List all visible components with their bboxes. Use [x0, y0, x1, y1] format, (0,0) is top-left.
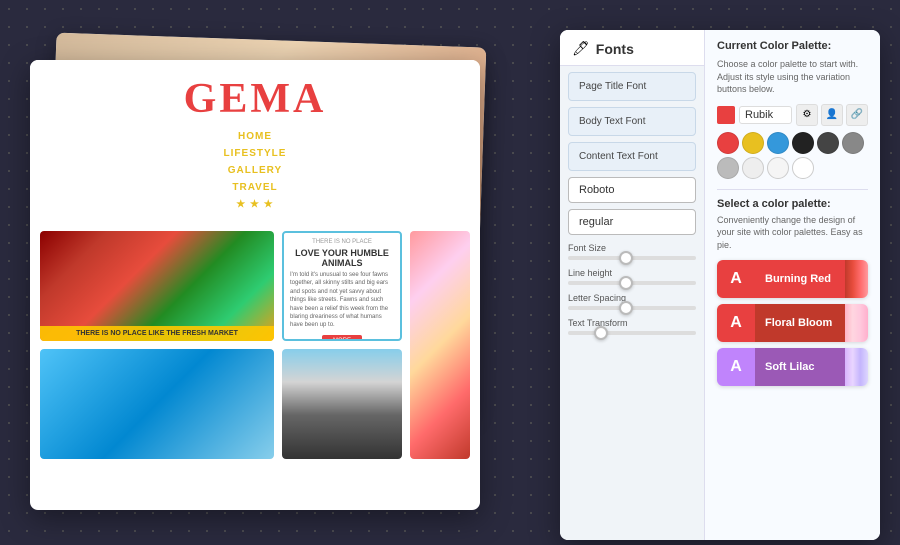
fonts-panel: 🖊 Fonts Page Title Font Body Text Font C… [560, 30, 705, 540]
font-size-thumb[interactable] [619, 251, 633, 265]
website-content: THERE IS NO PLACE LIKE THE FRESH MARKET … [30, 231, 480, 469]
palette-floral-label: A [717, 304, 755, 342]
palette-link-icon[interactable]: 🔗 [846, 104, 868, 126]
swatch-black[interactable] [792, 132, 814, 154]
content-text-font-option[interactable]: Content Text Font [568, 142, 696, 171]
font-size-label: Font Size [568, 243, 696, 253]
font-size-track[interactable] [568, 256, 696, 260]
content-middle: THERE IS NO PLACE LOVE YOUR HUMBLE ANIMA… [282, 231, 402, 459]
swatch-white-1[interactable] [767, 157, 789, 179]
palette-burning-img [845, 260, 868, 298]
article-subtitle: THERE IS NO PLACE [290, 239, 394, 245]
swatch-off-white[interactable] [742, 157, 764, 179]
swatch-red[interactable] [717, 132, 739, 154]
person-image [40, 349, 274, 459]
article-text: I'm told it's unusual to see four fawns … [290, 271, 394, 330]
settings-panel: 🖊 Fonts Page Title Font Body Text Font C… [560, 30, 880, 540]
website-header: GEMA HOMELIFESTYLEGALLERYTRAVEL★ ★ ★ [30, 60, 480, 231]
website-preview: GEMA HOMELIFESTYLEGALLERYTRAVEL★ ★ ★ THE… [30, 60, 480, 510]
line-height-thumb[interactable] [619, 276, 633, 290]
article-box: THERE IS NO PLACE LOVE YOUR HUMBLE ANIMA… [282, 231, 402, 341]
select-palette-desc: Conveniently change the design of your s… [717, 214, 868, 252]
letter-spacing-slider-row: Letter Spacing [568, 293, 696, 310]
letter-spacing-track[interactable] [568, 306, 696, 310]
website-nav: HOMELIFESTYLEGALLERYTRAVEL★ ★ ★ [50, 123, 460, 221]
fonts-header: 🖊 Fonts [560, 30, 704, 66]
content-right [410, 231, 470, 459]
food-caption: THERE IS NO PLACE LIKE THE FRESH MARKET [40, 326, 274, 341]
palette-lilac-label: A [717, 348, 755, 386]
line-height-label: Line height [568, 268, 696, 278]
letter-spacing-thumb[interactable] [619, 301, 633, 315]
palette-font-name: Rubik [739, 106, 792, 124]
palette-user-icon[interactable]: 👤 [821, 104, 843, 126]
device-container: GEMA HOMELIFESTYLEGALLERYTRAVEL★ ★ ★ THE… [20, 30, 880, 520]
fonts-icon: 🖊 [572, 40, 590, 57]
text-transform-label: Text Transform [568, 318, 696, 328]
article-more-button[interactable]: MORE [322, 335, 362, 341]
palette-edit-icon[interactable]: ⚙ [796, 104, 818, 126]
font-size-slider-row: Font Size [568, 243, 696, 260]
select-palette-title: Select a color palette: [717, 198, 868, 210]
text-transform-thumb[interactable] [594, 326, 608, 340]
swatch-blue[interactable] [767, 132, 789, 154]
article-title: LOVE YOUR HUMBLE ANIMALS [290, 248, 394, 268]
palette-burning-name: Burning Red [755, 260, 845, 298]
text-transform-slider-row: Text Transform [568, 318, 696, 335]
color-panel: Current Color Palette: Choose a color pa… [705, 30, 880, 540]
divider [717, 189, 868, 190]
food-image: THERE IS NO PLACE LIKE THE FRESH MARKET [40, 231, 274, 341]
fabric-image [410, 231, 470, 459]
swatch-yellow[interactable] [742, 132, 764, 154]
building-image [282, 349, 402, 459]
palette-lilac-img [845, 348, 868, 386]
current-palette-desc: Choose a color palette to start with. Ad… [717, 58, 868, 96]
page-title-font-option[interactable]: Page Title Font [568, 72, 696, 101]
swatch-dark-gray[interactable] [817, 132, 839, 154]
font-weight-select[interactable]: regular [568, 209, 696, 235]
palette-swatch-red [717, 106, 735, 124]
swatch-gray[interactable] [842, 132, 864, 154]
website-logo: GEMA [50, 75, 460, 123]
palette-soft-lilac[interactable]: A Soft Lilac [717, 348, 868, 386]
text-transform-track[interactable] [568, 331, 696, 335]
font-name-select[interactable]: Roboto [568, 177, 696, 203]
color-swatches [717, 132, 868, 179]
letter-spacing-label: Letter Spacing [568, 293, 696, 303]
swatch-white-2[interactable] [792, 157, 814, 179]
palette-burning-label: A [717, 260, 755, 298]
palette-burning-red[interactable]: A Burning Red [717, 260, 868, 298]
current-palette-row: Rubik ⚙ 👤 🔗 [717, 104, 868, 126]
palette-floral-img [845, 304, 868, 342]
line-height-slider-row: Line height [568, 268, 696, 285]
palette-floral-bloom[interactable]: A Floral Bloom [717, 304, 868, 342]
swatch-light-gray[interactable] [717, 157, 739, 179]
palette-lilac-name: Soft Lilac [755, 348, 845, 386]
content-left: THERE IS NO PLACE LIKE THE FRESH MARKET [40, 231, 274, 459]
body-text-font-option[interactable]: Body Text Font [568, 107, 696, 136]
current-palette-title: Current Color Palette: [717, 40, 868, 52]
line-height-track[interactable] [568, 281, 696, 285]
palette-floral-name: Floral Bloom [755, 304, 845, 342]
palette-icons: ⚙ 👤 🔗 [796, 104, 868, 126]
fonts-title: Fonts [596, 41, 634, 57]
